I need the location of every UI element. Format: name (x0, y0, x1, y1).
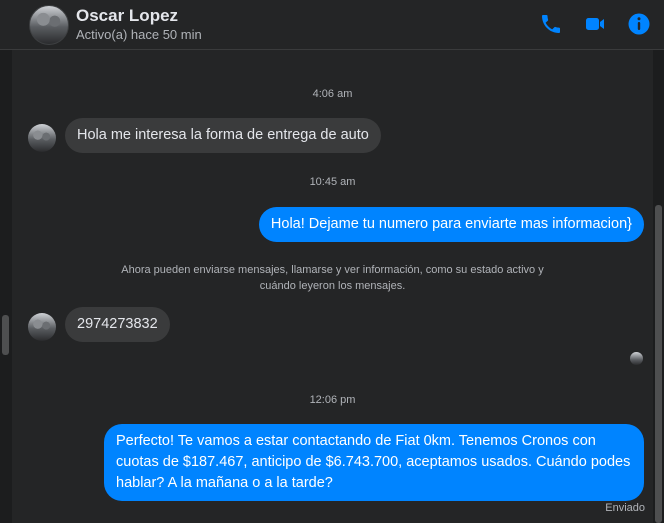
timestamp: 12:06 pm (309, 394, 356, 406)
contact-name[interactable]: Oscar Lopez (76, 6, 178, 26)
outgoing-message[interactable]: Perfecto! Te vamos a estar contactando d… (104, 424, 644, 501)
timestamp: 10:45 am (309, 176, 356, 188)
incoming-message[interactable]: 2974273832 (65, 307, 170, 342)
message-scrollbar[interactable] (653, 50, 664, 523)
message-scrollbar-thumb[interactable] (655, 205, 662, 523)
contact-avatar[interactable] (28, 124, 56, 152)
contact-avatar[interactable] (28, 313, 56, 341)
incoming-message[interactable]: Hola me interesa la forma de entrega de … (65, 118, 381, 153)
info-icon[interactable] (627, 12, 651, 36)
timestamp: 4:06 am (312, 88, 353, 100)
conversation-header: Oscar Lopez Activo(a) hace 50 min (0, 0, 664, 50)
outgoing-message[interactable]: Hola! Dejame tu numero para enviarte mas… (258, 207, 644, 242)
contact-status: Activo(a) hace 50 min (76, 27, 202, 42)
phone-icon[interactable] (539, 12, 563, 36)
seen-indicator-avatar (630, 352, 643, 365)
delivery-status: Enviado (605, 502, 645, 514)
left-scrollbar[interactable] (0, 50, 12, 523)
avatar[interactable] (29, 5, 69, 45)
encryption-notice: Ahora pueden enviarse mensajes, llamarse… (121, 264, 544, 292)
left-scrollbar-thumb[interactable] (2, 315, 9, 355)
video-camera-icon[interactable] (583, 12, 607, 36)
